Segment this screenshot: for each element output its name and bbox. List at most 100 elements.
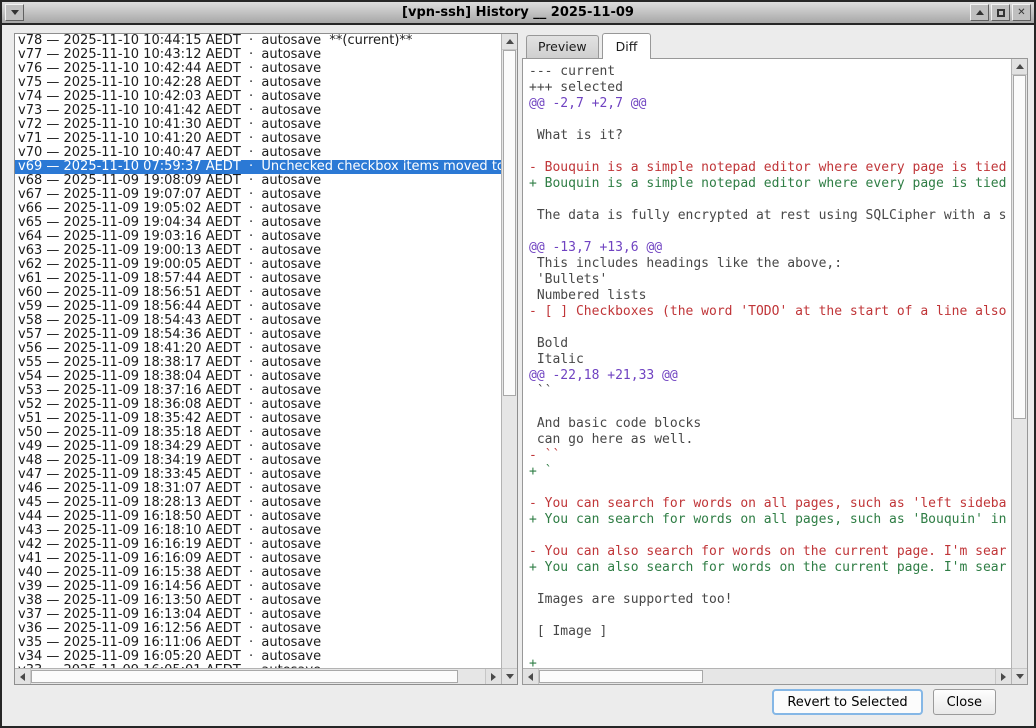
diff-text[interactable]: --- current+++ selected@@ -2,7 +2,7 @@ W…	[523, 59, 1011, 668]
diff-line: + `	[529, 464, 1011, 480]
scrollbar-thumb[interactable]	[31, 670, 458, 683]
scroll-left-button[interactable]	[15, 669, 31, 684]
shade-button[interactable]	[970, 4, 989, 21]
version-listbox[interactable]: v78 — 2025-11-10 10:44:15 AEDT · autosav…	[15, 34, 501, 668]
version-row[interactable]: v51 — 2025-11-09 18:35:42 AEDT · autosav…	[18, 412, 501, 426]
scroll-right-button[interactable]	[485, 669, 501, 684]
version-row[interactable]: v74 — 2025-11-10 10:42:03 AEDT · autosav…	[18, 90, 501, 104]
version-row[interactable]: v71 — 2025-11-10 10:41:20 AEDT · autosav…	[18, 132, 501, 146]
scroll-down-icon	[506, 674, 514, 679]
version-row[interactable]: v68 — 2025-11-09 19:08:09 AEDT · autosav…	[18, 174, 501, 188]
titlebar: [vpn-ssh] History __ 2025-11-09 ✕	[2, 2, 1034, 25]
version-row[interactable]: v41 — 2025-11-09 16:16:09 AEDT · autosav…	[18, 552, 501, 566]
diff-line: This includes headings like the above,:	[529, 256, 1011, 272]
version-row[interactable]: v69 — 2025-11-10 07:59:37 AEDT · Uncheck…	[15, 160, 501, 174]
scroll-left-icon	[528, 673, 533, 681]
scroll-up-button[interactable]	[502, 34, 517, 50]
version-row[interactable]: v52 — 2025-11-09 18:36:08 AEDT · autosav…	[18, 398, 501, 412]
version-row[interactable]: v40 — 2025-11-09 16:15:38 AEDT · autosav…	[18, 566, 501, 580]
version-row[interactable]: v37 — 2025-11-09 16:13:04 AEDT · autosav…	[18, 608, 501, 622]
version-row[interactable]: v38 — 2025-11-09 16:13:50 AEDT · autosav…	[18, 594, 501, 608]
revert-to-selected-button[interactable]: Revert to Selected	[772, 689, 922, 715]
version-row[interactable]: v39 — 2025-11-09 16:14:56 AEDT · autosav…	[18, 580, 501, 594]
version-row[interactable]: v62 — 2025-11-09 19:00:05 AEDT · autosav…	[18, 258, 501, 272]
version-row[interactable]: v77 — 2025-11-10 10:43:12 AEDT · autosav…	[18, 48, 501, 62]
version-row[interactable]: v78 — 2025-11-10 10:44:15 AEDT · autosav…	[18, 34, 501, 48]
scrollbar-thumb[interactable]	[539, 670, 703, 683]
diff-line: - You can also search for words on the c…	[529, 544, 1011, 560]
version-row[interactable]: v53 — 2025-11-09 18:37:16 AEDT · autosav…	[18, 384, 501, 398]
version-row[interactable]: v66 — 2025-11-09 19:05:02 AEDT · autosav…	[18, 202, 501, 216]
diff-line: Images are supported too!	[529, 592, 1011, 608]
diff-line: @@ -2,7 +2,7 @@	[529, 96, 1011, 112]
version-row[interactable]: v64 — 2025-11-09 19:03:16 AEDT · autosav…	[18, 230, 501, 244]
close-button[interactable]: Close	[933, 689, 996, 715]
scroll-down-icon	[1016, 674, 1024, 679]
version-row[interactable]: v67 — 2025-11-09 19:07:07 AEDT · autosav…	[18, 188, 501, 202]
window-content: v78 — 2025-11-10 10:44:15 AEDT · autosav…	[2, 25, 1034, 724]
scroll-right-button[interactable]	[995, 669, 1011, 684]
scroll-track[interactable]	[1012, 75, 1027, 668]
version-row[interactable]: v75 — 2025-11-10 10:42:28 AEDT · autosav…	[18, 76, 501, 90]
version-row[interactable]: v46 — 2025-11-09 18:31:07 AEDT · autosav…	[18, 482, 501, 496]
scroll-track[interactable]	[502, 50, 517, 668]
diff-line: [ Image ]	[529, 624, 1011, 640]
version-row[interactable]: v56 — 2025-11-09 18:41:20 AEDT · autosav…	[18, 342, 501, 356]
diff-vertical-scrollbar[interactable]	[1011, 59, 1027, 684]
list-horizontal-scrollbar[interactable]	[15, 668, 501, 684]
version-row[interactable]: v49 — 2025-11-09 18:34:29 AEDT · autosav…	[18, 440, 501, 454]
scroll-up-button[interactable]	[1012, 59, 1027, 75]
scroll-left-button[interactable]	[523, 669, 539, 684]
version-row[interactable]: v34 — 2025-11-09 16:05:20 AEDT · autosav…	[18, 650, 501, 664]
version-row[interactable]: v63 — 2025-11-09 19:00:13 AEDT · autosav…	[18, 244, 501, 258]
scrollbar-thumb[interactable]	[503, 50, 516, 396]
diff-line: --- current	[529, 64, 1011, 80]
scroll-down-button[interactable]	[502, 668, 517, 684]
diff-line: Numbered lists	[529, 288, 1011, 304]
version-row[interactable]: v47 — 2025-11-09 18:33:45 AEDT · autosav…	[18, 468, 501, 482]
version-row[interactable]: v50 — 2025-11-09 18:35:18 AEDT · autosav…	[18, 426, 501, 440]
diff-line	[529, 528, 1011, 544]
diff-line: @@ -22,18 +21,33 @@	[529, 368, 1011, 384]
version-row[interactable]: v57 — 2025-11-09 18:54:36 AEDT · autosav…	[18, 328, 501, 342]
version-row[interactable]: v48 — 2025-11-09 18:34:19 AEDT · autosav…	[18, 454, 501, 468]
version-row[interactable]: v42 — 2025-11-09 16:16:19 AEDT · autosav…	[18, 538, 501, 552]
diff-line: The data is fully encrypted at rest usin…	[529, 208, 1011, 224]
version-row[interactable]: v76 — 2025-11-10 10:42:44 AEDT · autosav…	[18, 62, 501, 76]
version-row[interactable]: v59 — 2025-11-09 18:56:44 AEDT · autosav…	[18, 300, 501, 314]
scroll-down-button[interactable]	[1012, 668, 1027, 684]
scroll-track[interactable]	[539, 669, 995, 684]
version-row[interactable]: v43 — 2025-11-09 16:18:10 AEDT · autosav…	[18, 524, 501, 538]
version-row[interactable]: v58 — 2025-11-09 18:54:43 AEDT · autosav…	[18, 314, 501, 328]
window-title: [vpn-ssh] History __ 2025-11-09	[2, 5, 1034, 20]
version-row[interactable]: v70 — 2025-11-10 10:40:47 AEDT · autosav…	[18, 146, 501, 160]
version-row[interactable]: v72 — 2025-11-10 10:41:30 AEDT · autosav…	[18, 118, 501, 132]
scroll-track[interactable]	[31, 669, 485, 684]
version-row[interactable]: v55 — 2025-11-09 18:38:17 AEDT · autosav…	[18, 356, 501, 370]
diff-line: - [ ] Checkboxes (the word 'TODO' at the…	[529, 304, 1011, 320]
version-row[interactable]: v45 — 2025-11-09 18:28:13 AEDT · autosav…	[18, 496, 501, 510]
diff-line: + Bouquin is a simple notepad editor whe…	[529, 176, 1011, 192]
version-row[interactable]: v60 — 2025-11-09 18:56:51 AEDT · autosav…	[18, 286, 501, 300]
diff-line: + You can also search for words on the c…	[529, 560, 1011, 576]
window-menu-icon	[11, 10, 19, 15]
tab-preview[interactable]: Preview	[526, 35, 599, 58]
diff-line: +	[529, 656, 1011, 668]
scrollbar-thumb[interactable]	[1013, 75, 1026, 419]
window-menu-button[interactable]	[5, 4, 24, 21]
diff-line: And basic code blocks	[529, 416, 1011, 432]
version-row[interactable]: v36 — 2025-11-09 16:12:56 AEDT · autosav…	[18, 622, 501, 636]
close-window-button[interactable]: ✕	[1012, 4, 1031, 21]
version-row[interactable]: v73 — 2025-11-10 10:41:42 AEDT · autosav…	[18, 104, 501, 118]
version-row[interactable]: v35 — 2025-11-09 16:11:06 AEDT · autosav…	[18, 636, 501, 650]
version-row[interactable]: v44 — 2025-11-09 16:18:50 AEDT · autosav…	[18, 510, 501, 524]
diff-line	[529, 480, 1011, 496]
version-row[interactable]: v54 — 2025-11-09 18:38:04 AEDT · autosav…	[18, 370, 501, 384]
diff-horizontal-scrollbar[interactable]	[523, 668, 1011, 684]
tab-diff[interactable]: Diff	[602, 33, 652, 59]
version-row[interactable]: v65 — 2025-11-09 19:04:34 AEDT · autosav…	[18, 216, 501, 230]
diff-pane: --- current+++ selected@@ -2,7 +2,7 @@ W…	[522, 58, 1028, 685]
version-row[interactable]: v61 — 2025-11-09 18:57:44 AEDT · autosav…	[18, 272, 501, 286]
list-vertical-scrollbar[interactable]	[501, 34, 517, 684]
maximize-button[interactable]	[991, 4, 1010, 21]
